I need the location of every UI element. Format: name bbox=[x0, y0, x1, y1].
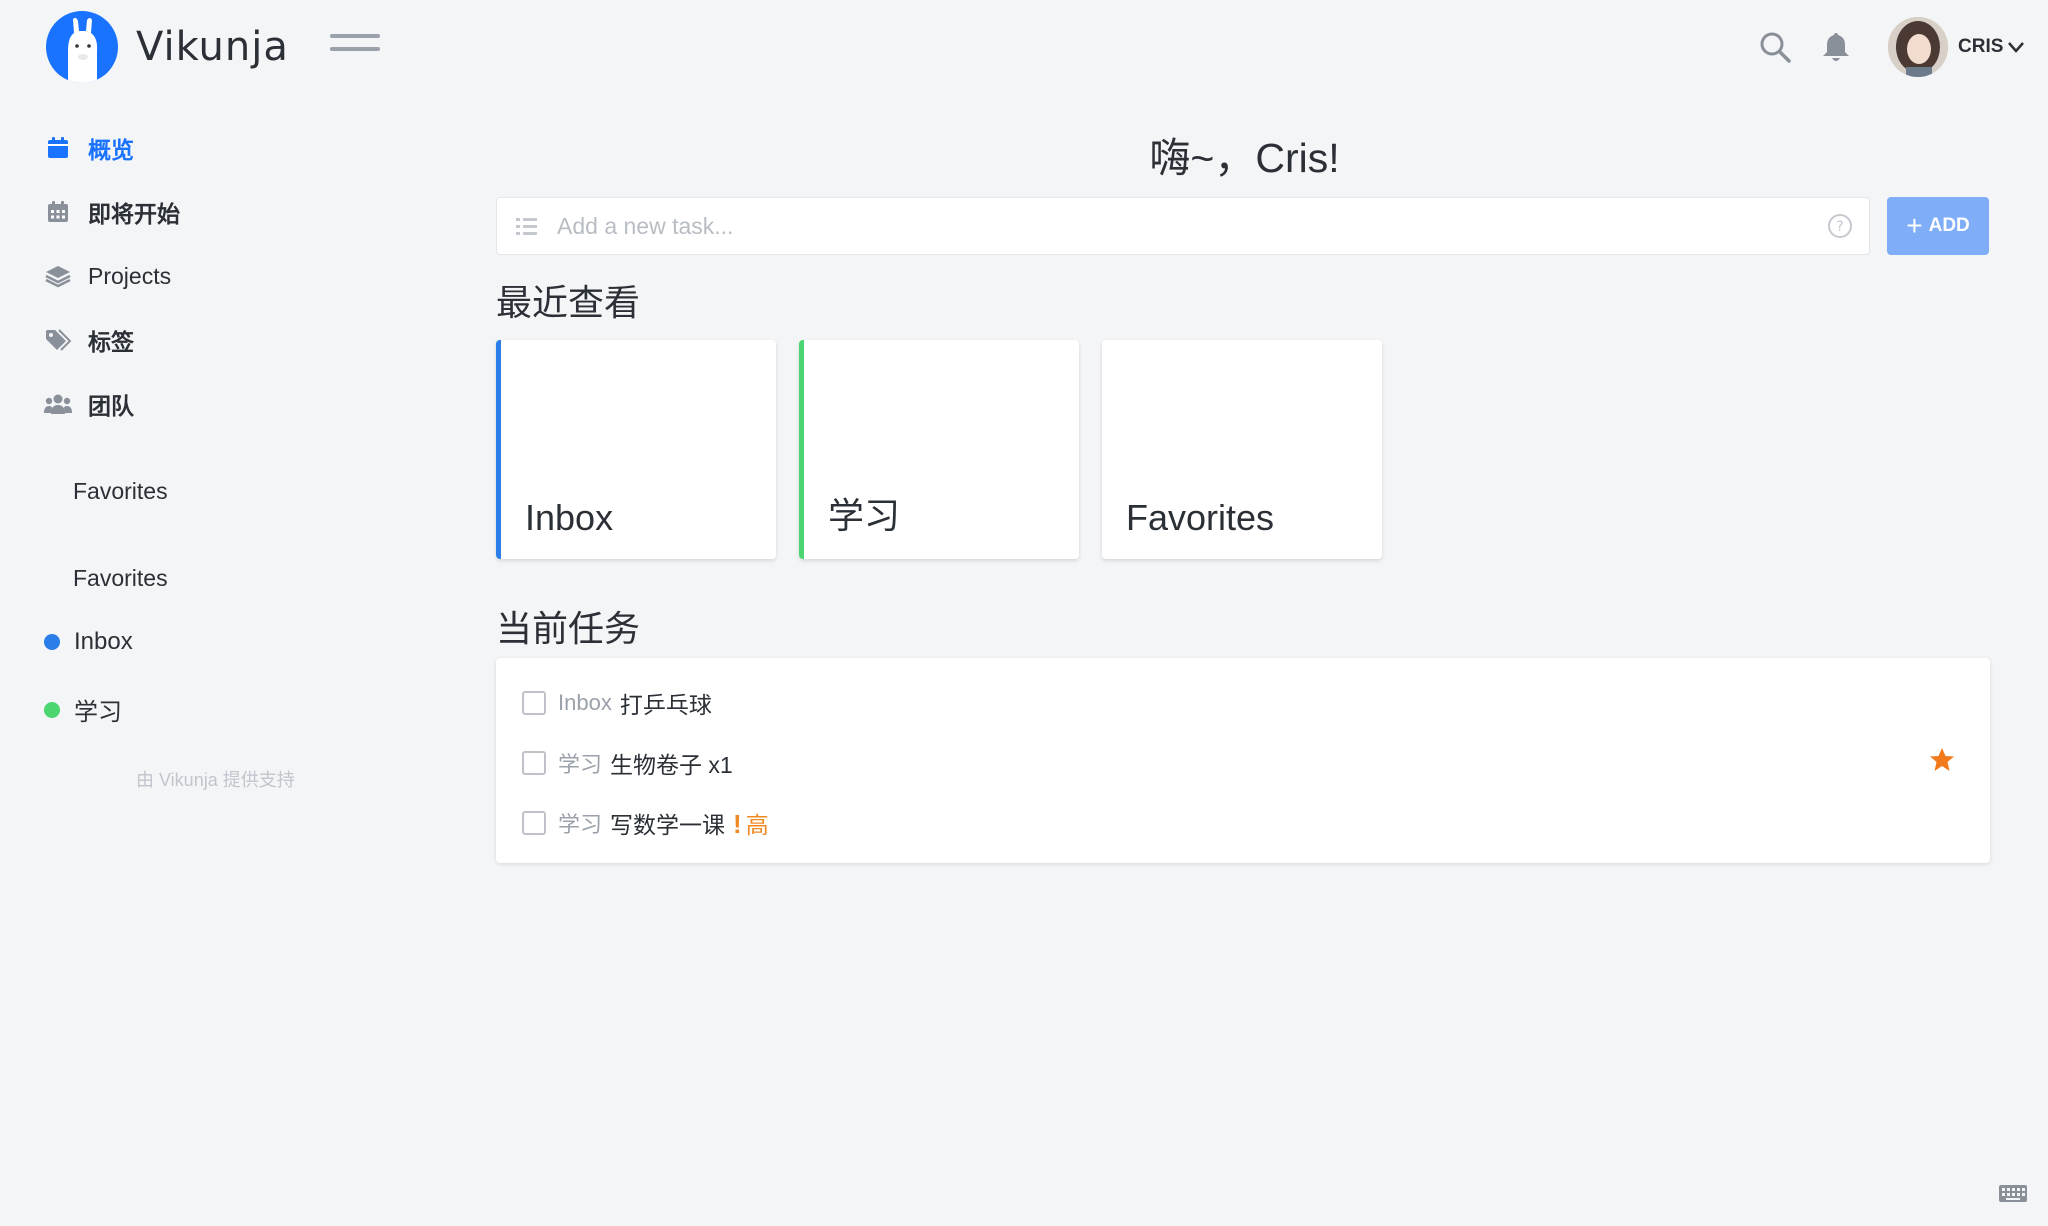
task-title[interactable]: 写数学一课 bbox=[610, 806, 725, 840]
add-button-label: ADD bbox=[1928, 215, 1970, 236]
users-icon bbox=[44, 390, 72, 418]
sidebar-project-inbox[interactable]: Inbox bbox=[44, 628, 133, 656]
llama-logo-icon bbox=[46, 11, 118, 83]
task-project-label[interactable]: 学习 bbox=[558, 807, 602, 839]
priority-label: ! 高 bbox=[733, 806, 769, 840]
new-task-input[interactable] bbox=[557, 212, 1817, 240]
sidebar-project-label: 学习 bbox=[74, 699, 122, 726]
project-color-dot bbox=[44, 634, 60, 650]
project-color-dot bbox=[44, 701, 60, 718]
task-row[interactable]: 学习 写数学一课 ! 高 bbox=[522, 806, 769, 840]
priority-text: 高 bbox=[745, 812, 769, 838]
priority-mark: ! bbox=[733, 809, 742, 839]
task-list: Inbox 打乒乓球 学习 生物卷子 x1 学习 写数学一课 ! 高 bbox=[496, 658, 1990, 863]
app-logo[interactable]: Vikunja bbox=[46, 11, 289, 83]
plus-icon: + bbox=[1906, 210, 1923, 241]
project-color-bar bbox=[496, 340, 501, 559]
project-card-study[interactable]: 学习 bbox=[799, 340, 1079, 559]
layers-icon bbox=[44, 262, 72, 290]
project-card-title: 学习 bbox=[828, 495, 901, 536]
task-checkbox[interactable] bbox=[522, 751, 546, 775]
project-card-title: Favorites bbox=[1126, 497, 1275, 538]
favorite-star-icon[interactable] bbox=[1928, 746, 1956, 774]
chevron-down-icon bbox=[2008, 42, 2025, 53]
task-checkbox[interactable] bbox=[522, 811, 546, 835]
sidebar-favorites-heading[interactable]: Favorites bbox=[73, 478, 168, 505]
new-task-bar: ? bbox=[496, 197, 1870, 255]
sidebar-item-label: Projects bbox=[88, 262, 172, 289]
project-card-inbox[interactable]: Inbox bbox=[496, 340, 776, 559]
search-icon bbox=[1760, 32, 1791, 63]
top-bar: Vikunja CRIS bbox=[0, 0, 2048, 94]
sidebar-item-label: 团队 bbox=[88, 393, 134, 419]
app-name: Vikunja bbox=[136, 24, 289, 70]
page-title: 嗨~，Cris! bbox=[1149, 135, 1340, 181]
avatar[interactable] bbox=[1888, 17, 1948, 77]
sidebar-item-label: 标签 bbox=[88, 329, 134, 355]
help-circle-icon[interactable]: ? bbox=[1827, 213, 1853, 239]
task-row[interactable]: 学习 生物卷子 x1 bbox=[522, 746, 733, 780]
tags-icon bbox=[44, 326, 72, 354]
calendar-grid-icon bbox=[44, 198, 72, 226]
task-title[interactable]: 生物卷子 x1 bbox=[610, 746, 733, 780]
sidebar-item-teams[interactable]: 团队 bbox=[44, 384, 134, 424]
search-button[interactable] bbox=[1758, 30, 1792, 64]
project-color-bar bbox=[799, 340, 804, 559]
sidebar-item-upcoming[interactable]: 即将开始 bbox=[44, 192, 180, 232]
task-project-label[interactable]: 学习 bbox=[558, 747, 602, 779]
add-task-button[interactable]: + ADD bbox=[1887, 197, 1989, 255]
current-tasks-title: 当前任务 bbox=[496, 608, 641, 649]
hamburger-menu-icon bbox=[330, 34, 380, 38]
project-card-title: Inbox bbox=[525, 497, 614, 538]
recent-section-title: 最近查看 bbox=[496, 282, 641, 323]
username-label: CRIS bbox=[1958, 36, 2004, 57]
task-list-icon bbox=[516, 218, 537, 235]
task-row[interactable]: Inbox 打乒乓球 bbox=[522, 686, 712, 720]
sidebar-item-labels[interactable]: 标签 bbox=[44, 320, 134, 360]
sidebar-project-label: Inbox bbox=[74, 628, 133, 655]
bell-icon bbox=[1823, 33, 1849, 61]
task-project-label[interactable]: Inbox bbox=[558, 690, 612, 716]
sidebar-item-projects[interactable]: Projects bbox=[44, 256, 171, 296]
svg-text:?: ? bbox=[1836, 219, 1843, 235]
menu-toggle-button[interactable] bbox=[330, 34, 380, 60]
sidebar-project-study[interactable]: 学习 bbox=[44, 692, 122, 727]
sidebar-item-label: 即将开始 bbox=[88, 201, 180, 227]
notifications-button[interactable] bbox=[1820, 30, 1852, 64]
keyboard-shortcuts-icon[interactable] bbox=[1998, 1182, 2028, 1204]
powered-by-link[interactable]: 由 Vikunja 提供支持 bbox=[136, 766, 295, 792]
user-menu-button[interactable]: CRIS bbox=[1958, 36, 2025, 58]
task-title[interactable]: 打乒乓球 bbox=[620, 686, 712, 720]
sidebar-favorites-project[interactable]: Favorites bbox=[73, 565, 168, 592]
task-checkbox[interactable] bbox=[522, 691, 546, 715]
project-card-favorites[interactable]: Favorites bbox=[1102, 340, 1382, 559]
